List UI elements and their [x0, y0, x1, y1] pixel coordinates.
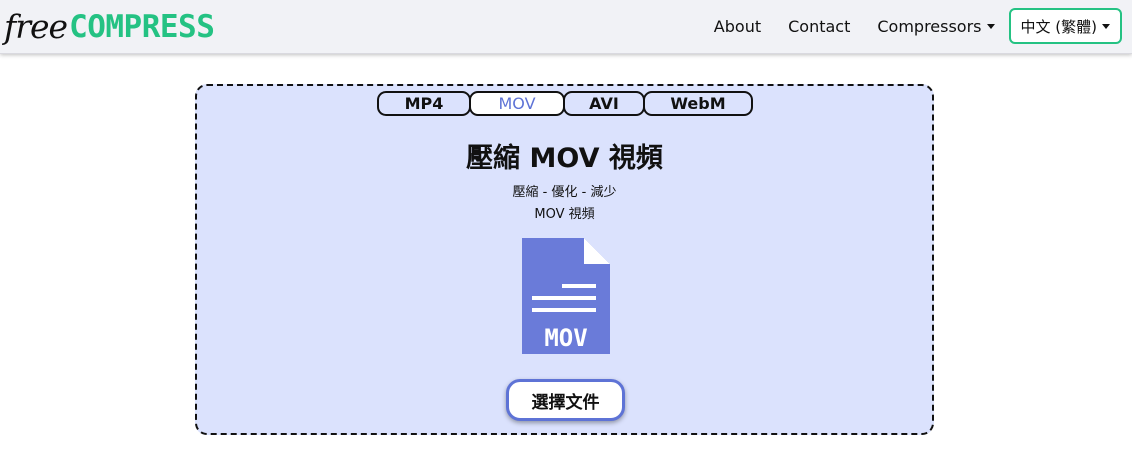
logo-free-text: free: [4, 7, 68, 46]
language-label: 中文 (繁體): [1020, 17, 1097, 36]
site-logo[interactable]: free COMPRESS: [4, 4, 215, 46]
language-select-button[interactable]: 中文 (繁體): [1008, 8, 1122, 44]
site-header: free COMPRESS About Contact Compressors …: [0, 0, 1132, 54]
compress-card: MP4 MOV AVI WebM 壓縮 MOV 視頻 壓縮 - 優化 - 減少 …: [195, 84, 934, 435]
choose-file-button[interactable]: 選擇文件: [506, 379, 625, 421]
main-nav: About Contact Compressors 中文 (繁體): [714, 8, 1122, 44]
nav-compressors-dropdown[interactable]: Compressors: [877, 16, 995, 36]
caret-down-icon: [1102, 23, 1110, 29]
tab-mov[interactable]: MOV: [469, 91, 565, 116]
subtitle-line-1: 壓縮 - 優化 - 減少: [512, 185, 617, 200]
tab-mp4[interactable]: MP4: [377, 91, 471, 116]
format-tabs: MP4 MOV AVI WebM: [377, 91, 753, 116]
subtitle-line-2: MOV 視頻: [534, 207, 595, 222]
nav-compressors-label: Compressors: [877, 16, 982, 36]
logo-compress-text: COMPRESS: [69, 9, 215, 45]
tab-webm[interactable]: WebM: [643, 91, 753, 116]
nav-about-link[interactable]: About: [714, 17, 761, 36]
file-icon-label: MOV: [544, 324, 587, 352]
caret-down-icon: [986, 23, 995, 29]
file-document-icon: MOV: [522, 238, 610, 354]
nav-contact-link[interactable]: Contact: [788, 17, 850, 36]
tab-avi[interactable]: AVI: [563, 91, 645, 116]
page-title: 壓縮 MOV 視頻: [466, 143, 663, 174]
